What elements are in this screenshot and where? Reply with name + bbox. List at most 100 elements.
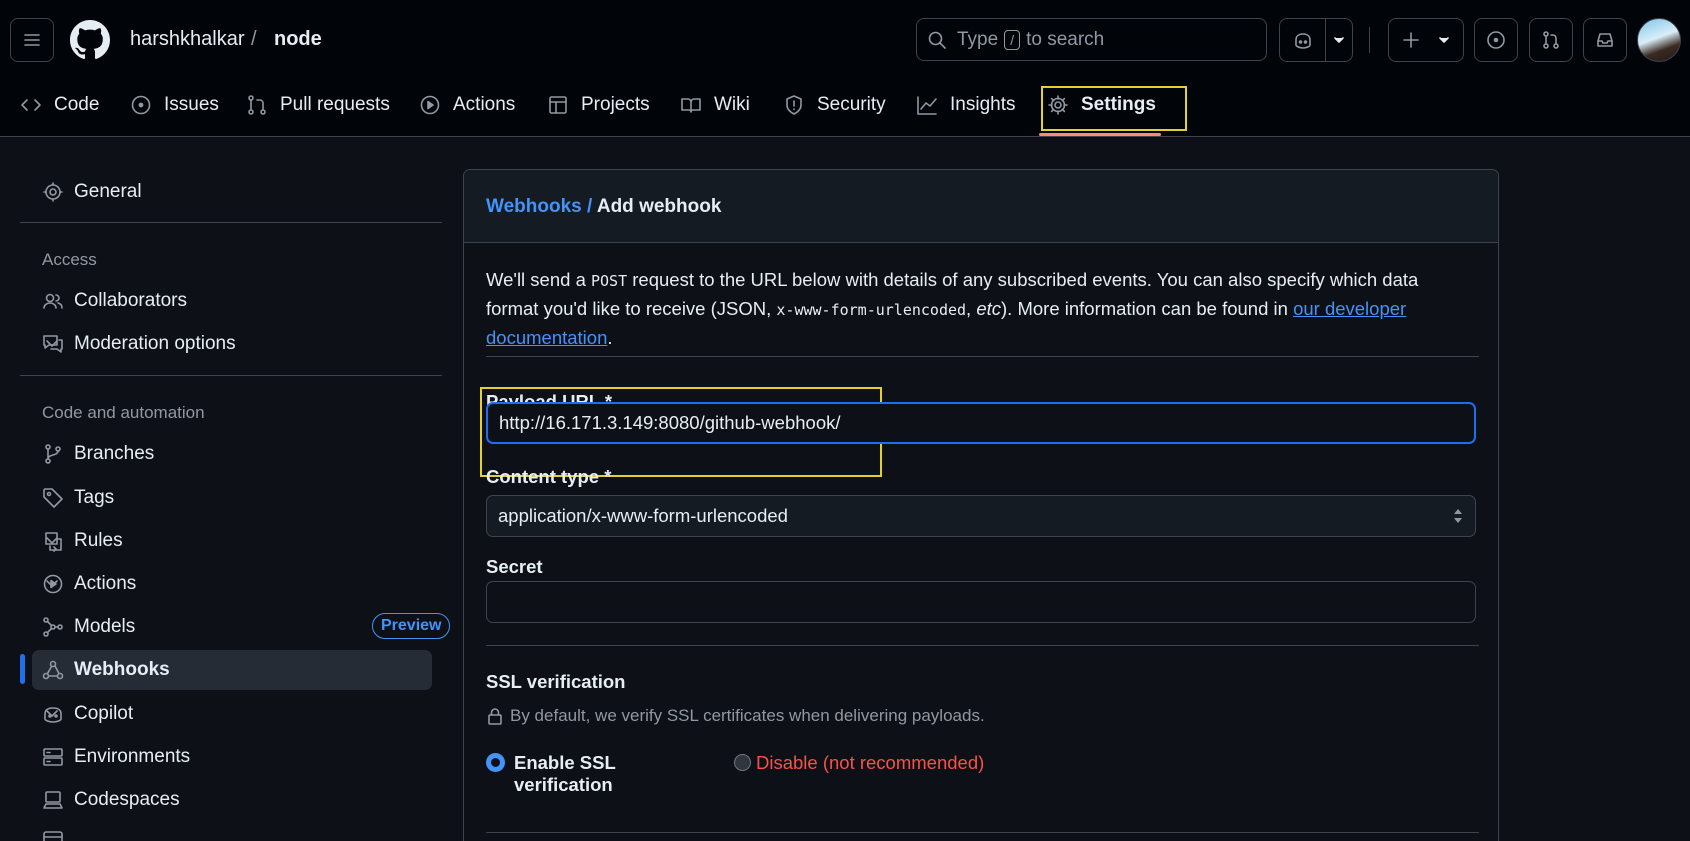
ssl-note-text: By default, we verify SSL certificates w… [510,706,985,725]
tab-insights[interactable]: Insights [916,86,1015,124]
avatar[interactable] [1637,18,1681,62]
chevron-down-icon [42,334,420,354]
sidebar-divider [20,375,442,376]
pages-icon [42,830,64,841]
people-icon [42,290,64,312]
webhooks-breadcrumb-link[interactable]: Webhooks [486,196,582,217]
tag-icon [42,487,64,509]
tab-issues[interactable]: Issues [130,86,219,124]
repo-link[interactable]: node [274,28,322,51]
intro-text-part: ). More information can be found in [1001,298,1288,319]
tab-pull-requests[interactable]: Pull requests [246,86,390,124]
webhook-icon [42,659,64,681]
format-code: x-www-form-urlencoded [776,301,967,319]
sidebar-item-codespaces[interactable]: Codespaces [32,780,432,820]
intro-etc: etc [976,298,1002,319]
sidebar-item-label: General [74,181,142,202]
gear-icon [42,181,64,203]
pull-request-icon [1541,30,1561,50]
content-type-label: Content type * [486,466,612,487]
content-type-value: application/x-www-form-urlencoded [498,505,788,526]
ssl-note: By default, we verify SSL certificates w… [486,706,985,726]
tab-label: Security [817,94,886,115]
search-input[interactable]: Type / to search [916,18,1267,61]
intro-text: We'll send a POST request to the URL bel… [486,266,1466,352]
ssl-disable-radio[interactable] [734,754,751,771]
tab-label: Insights [950,94,1016,115]
search-placeholder-suffix: to search [1026,28,1105,50]
chevron-down-icon [42,704,420,724]
pull-request-icon [246,94,268,116]
tab-label: Pull requests [280,94,390,115]
intro-text-part: . [607,327,613,348]
page-title: Add webhook [596,196,722,217]
sidebar-item-environments[interactable]: Environments [32,737,432,777]
chevron-down-icon [42,531,420,551]
tab-wiki[interactable]: Wiki [680,86,750,124]
chevron-down-icon[interactable] [1332,33,1346,47]
sidebar-item-general[interactable]: General [32,172,432,212]
play-icon [419,94,441,116]
sidebar-item-label: Environments [74,746,191,767]
panel-header: Webhooks / Add webhook [464,170,1498,243]
copilot-button[interactable] [1279,18,1353,62]
tab-projects[interactable]: Projects [547,86,650,124]
section-divider [486,356,1479,357]
sidebar-heading-code-automation: Code and automation [42,403,205,422]
graph-icon [916,94,938,116]
ssl-enable-radio[interactable] [487,754,504,771]
table-icon [547,94,569,116]
create-new-button[interactable] [1388,18,1464,62]
tab-security[interactable]: Security [783,86,886,124]
sidebar-item-collaborators[interactable]: Collaborators [32,281,432,321]
github-logo[interactable] [70,20,110,60]
sidebar-item-branches[interactable]: Branches [32,434,432,474]
search-shortcut-key: / [1004,29,1021,50]
search-icon [927,30,947,50]
copilot-icon [1292,29,1314,51]
settings-highlight-box [1041,86,1187,131]
tab-label: Issues [164,94,219,115]
issue-icon [1486,30,1506,50]
tab-label: Code [54,94,100,115]
sidebar-item-label: Webhooks [74,659,170,680]
branch-icon [42,443,64,465]
ssl-enable-option[interactable]: Enable SSL verification [486,749,716,795]
sidebar-item-rules[interactable]: Rules [32,521,432,561]
server-icon [42,746,64,768]
section-divider [486,832,1479,833]
code-icon [20,94,42,116]
sidebar-item-moderation[interactable]: Moderation options [32,324,432,364]
content-type-select[interactable]: application/x-www-form-urlencoded [486,495,1476,537]
secret-input[interactable] [486,581,1476,623]
post-code: POST [591,272,628,290]
tab-label: Actions [453,94,516,115]
tab-actions[interactable]: Actions [419,86,515,124]
hamburger-icon [22,30,42,50]
add-webhook-panel: Webhooks / Add webhook We'll send a POST… [463,169,1499,841]
section-divider [486,645,1479,646]
selected-tab-underline [1039,133,1161,136]
payload-url-input[interactable]: http://16.171.3.149:8080/github-webhook/ [486,402,1476,444]
sidebar-item-tags[interactable]: Tags [32,478,432,518]
sidebar-item-models[interactable]: Models Preview [32,607,451,647]
sidebar-item-label: Models [74,616,136,637]
sidebar-item-copilot[interactable]: Copilot [32,694,432,734]
owner-link[interactable]: harshkhalkar [130,28,245,51]
pull-requests-button[interactable] [1529,18,1573,62]
sidebar-item-actions[interactable]: Actions [32,564,432,604]
issues-button[interactable] [1474,18,1518,62]
menu-button[interactable] [10,18,54,62]
codespaces-icon [42,789,64,811]
ssl-disable-option[interactable]: Disable (not recommended) [734,749,994,777]
inbox-button[interactable] [1583,18,1627,62]
tab-code[interactable]: Code [20,86,99,124]
lock-icon [486,707,504,725]
sidebar-item-label: Tags [74,487,115,508]
header-divider [1369,27,1370,53]
ssl-heading: SSL verification [486,671,626,692]
sidebar-item-webhooks[interactable]: Webhooks [32,650,432,690]
intro-text-part: We'll send a [486,269,586,290]
shield-icon [783,94,805,116]
top-header: harshkhalkar / node Type / to search Cod… [0,0,1690,137]
